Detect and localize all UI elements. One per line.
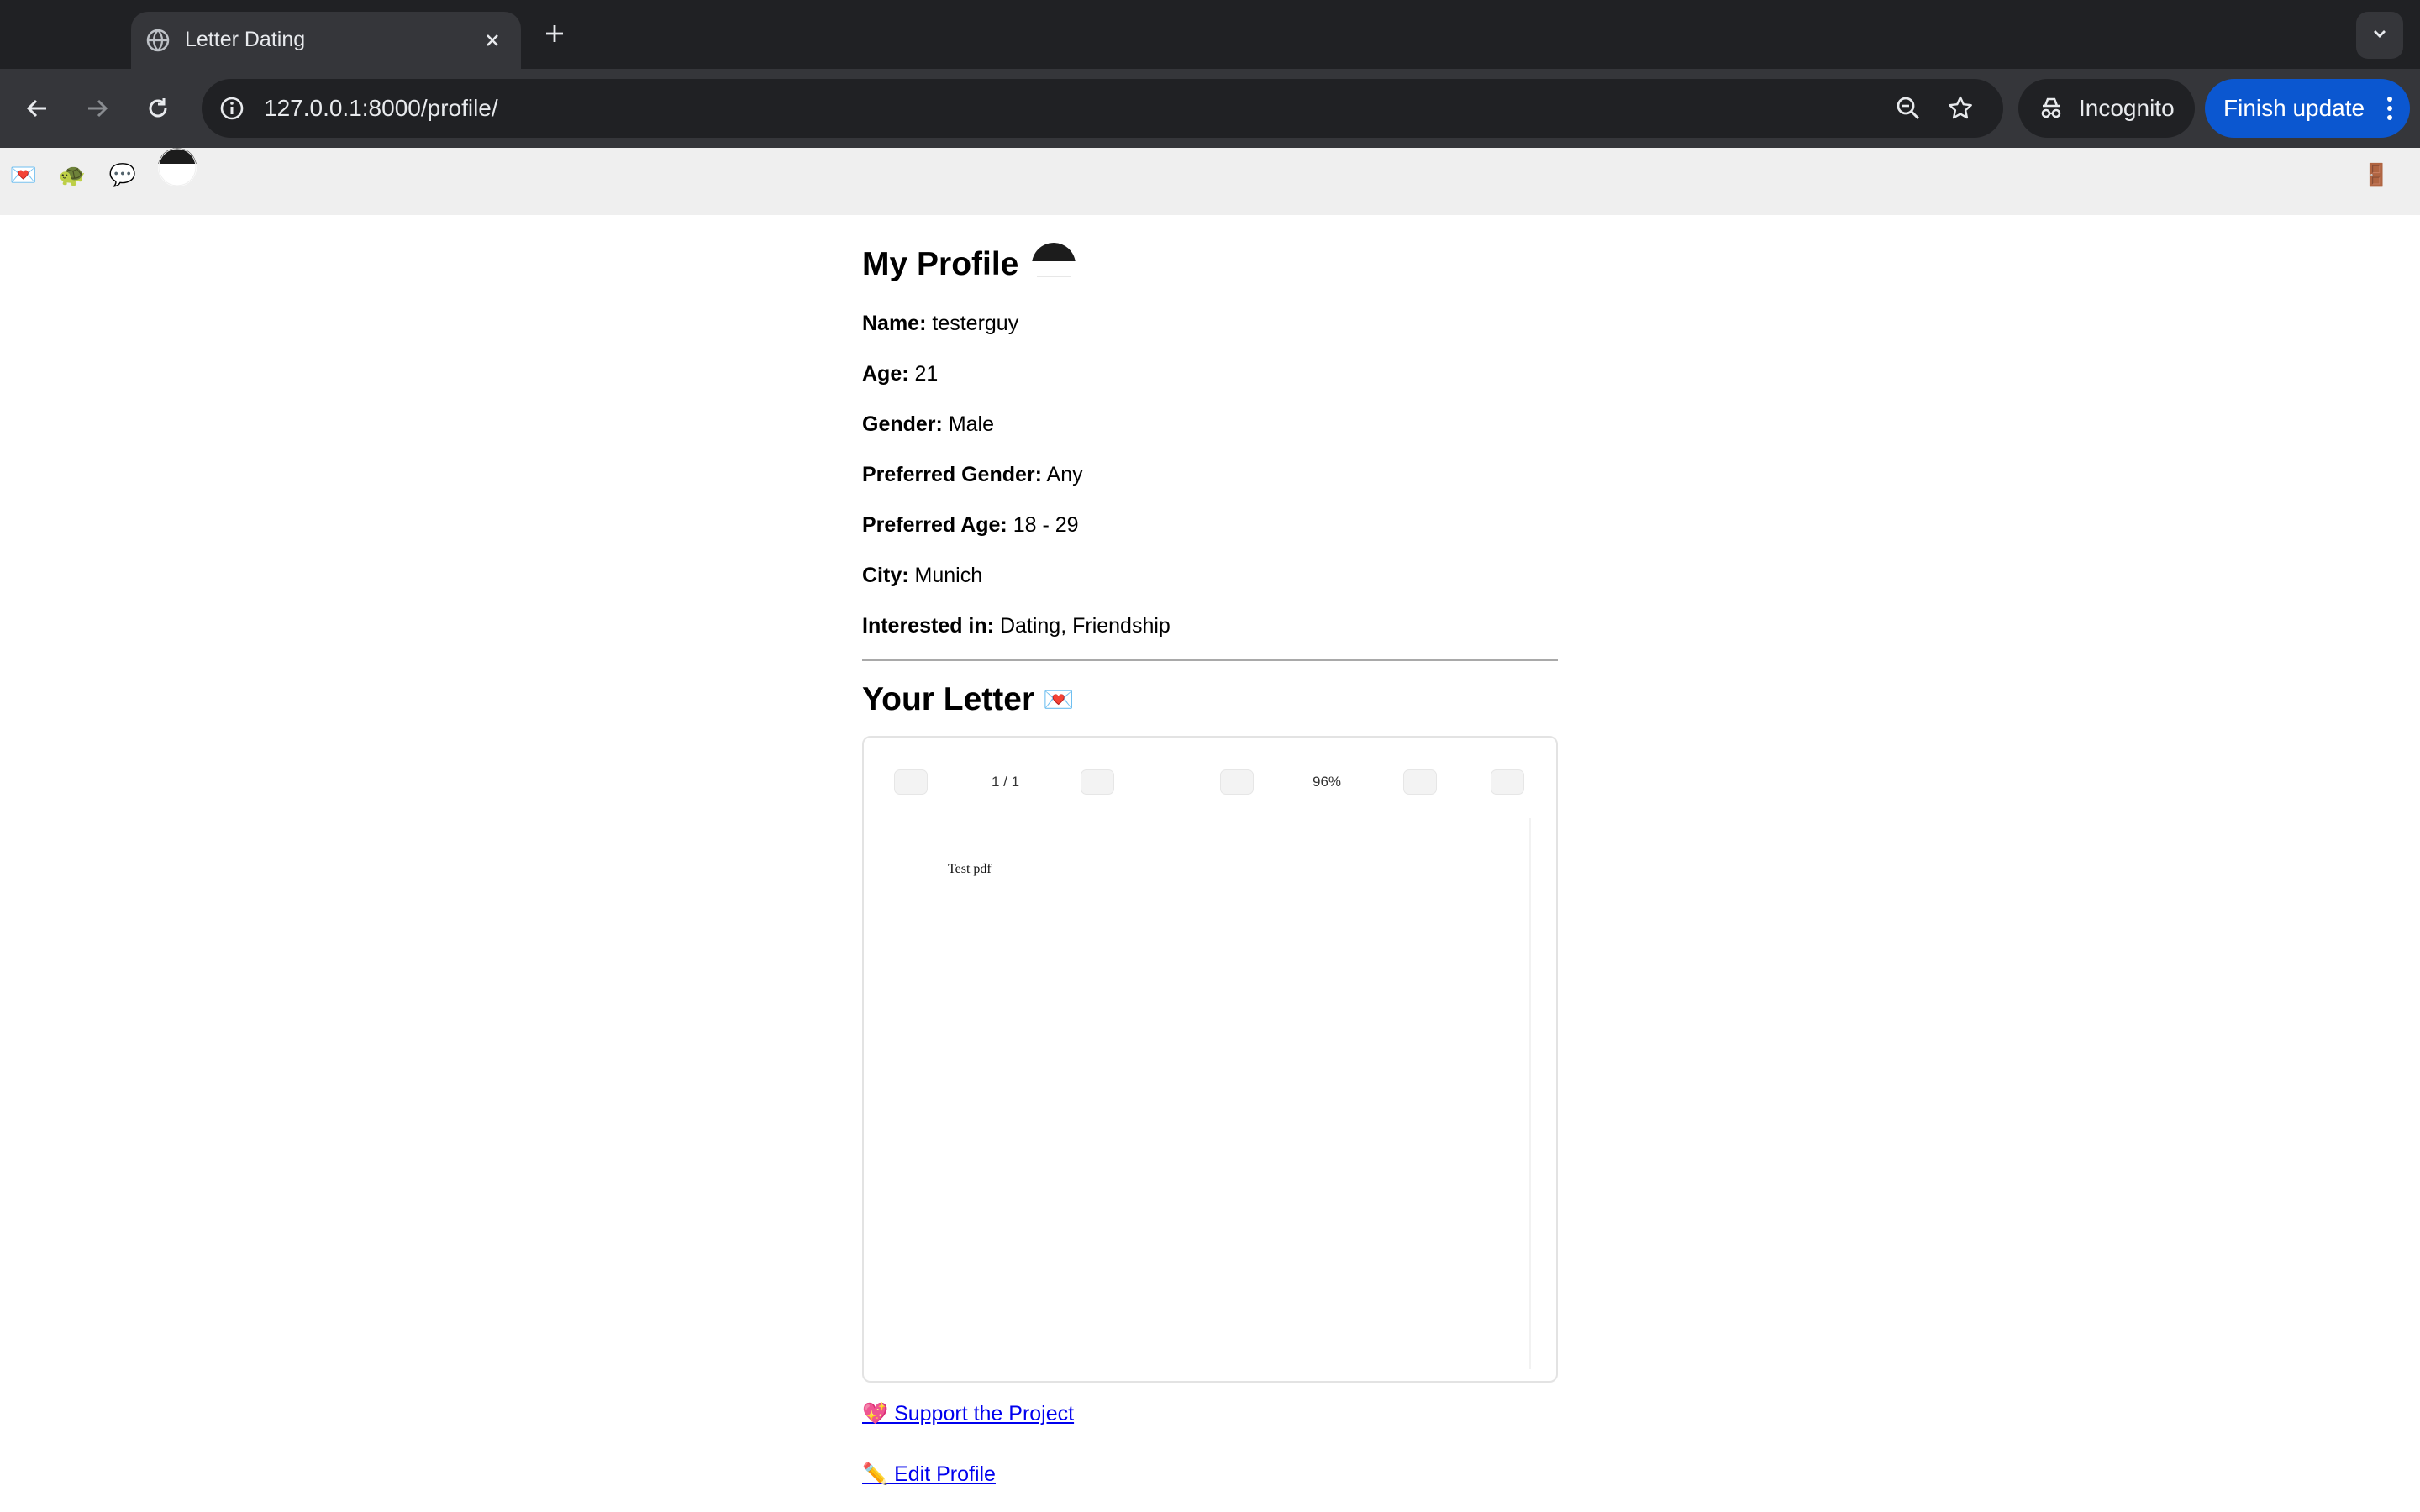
door-icon[interactable]: 🚪	[2360, 158, 2393, 192]
incognito-label: Incognito	[2079, 95, 2175, 121]
bookmark-star-icon[interactable]	[1943, 91, 1978, 126]
love-letter-icon[interactable]: 💌	[7, 158, 40, 192]
reload-icon[interactable]	[138, 88, 178, 129]
field-value: Any	[1046, 463, 1083, 486]
pdf-page: Test pdf	[891, 818, 1531, 1369]
page-title: My Profile	[862, 246, 1019, 282]
field-interested-in: Interested in: Dating, Friendship	[862, 612, 1171, 640]
field-label: City:	[862, 564, 909, 587]
next-page-button[interactable]	[1081, 769, 1114, 795]
field-label: Interested in:	[862, 614, 994, 638]
new-tab-icon[interactable]	[538, 17, 571, 50]
more-vert-icon[interactable]	[2381, 93, 2398, 123]
field-age: Age: 21	[862, 360, 938, 388]
field-value: 21	[914, 362, 939, 386]
browser-toolbar: 127.0.0.1:8000/profile/ Incognito Finish…	[0, 69, 2420, 148]
browser-tab[interactable]: Letter Dating	[131, 12, 521, 69]
finish-update-label: Finish update	[2223, 95, 2365, 121]
incognito-icon	[2037, 94, 2065, 123]
prev-page-button[interactable]	[894, 769, 928, 795]
love-letter-icon: 💌	[1043, 685, 1075, 714]
letter-header: Your Letter 💌	[862, 679, 1075, 721]
field-preferred-gender: Preferred Gender: Any	[862, 460, 1083, 489]
profile-header: My Profile	[862, 243, 1076, 286]
pdf-viewer[interactable]: 1 / 1 96% Test pdf	[862, 736, 1558, 1383]
field-value: Male	[948, 412, 994, 436]
field-value: testerguy	[932, 312, 1019, 335]
avatar[interactable]	[158, 148, 197, 186]
field-preferred-age: Preferred Age: 18 - 29	[862, 511, 1079, 539]
field-label: Gender:	[862, 412, 943, 436]
chevron-down-icon	[2370, 24, 2389, 47]
tab-search-button[interactable]	[2356, 12, 2403, 59]
speech-bubble-icon[interactable]: 💬	[106, 158, 139, 192]
tab-title: Letter Dating	[185, 28, 306, 51]
field-value: 18 - 29	[1013, 513, 1079, 537]
globe-icon	[146, 29, 170, 52]
url-text[interactable]: 127.0.0.1:8000/profile/	[264, 94, 498, 123]
field-value: Dating, Friendship	[999, 614, 1171, 638]
finish-update-button[interactable]: Finish update	[2205, 79, 2410, 138]
page-indicator: 1 / 1	[992, 774, 1020, 790]
site-info-icon[interactable]	[213, 90, 250, 127]
profile-avatar	[1032, 243, 1076, 286]
incognito-chip[interactable]: Incognito	[2018, 79, 2195, 138]
edit-profile-link[interactable]: ✏️ Edit Profile	[862, 1460, 996, 1488]
letter-title: Your Letter	[862, 681, 1035, 717]
browser-tab-bar: Letter Dating	[0, 0, 2420, 69]
field-label: Preferred Gender:	[862, 463, 1042, 486]
zoom-in-button[interactable]	[1403, 769, 1437, 795]
field-label: Preferred Age:	[862, 513, 1007, 537]
divider	[862, 659, 1558, 661]
site-nav: 💌 🐢 💬 🚪	[0, 148, 2420, 215]
field-label: Name:	[862, 312, 927, 335]
zoom-out-button[interactable]	[1220, 769, 1254, 795]
field-name: Name: testerguy	[862, 309, 1018, 338]
close-tab-icon[interactable]	[477, 25, 508, 55]
zoom-level: 96%	[1313, 774, 1342, 790]
field-label: Age:	[862, 362, 909, 386]
back-icon[interactable]	[17, 88, 57, 129]
pdf-page-text: Test pdf	[948, 862, 992, 876]
zoom-icon[interactable]	[1891, 91, 1926, 126]
field-city: City: Munich	[862, 561, 982, 590]
turtle-icon[interactable]: 🐢	[55, 158, 89, 192]
field-value: Munich	[914, 564, 983, 587]
forward-icon[interactable]	[77, 88, 118, 129]
support-project-link[interactable]: 💖 Support the Project	[862, 1399, 1074, 1428]
download-button[interactable]	[1491, 769, 1524, 795]
field-gender: Gender: Male	[862, 410, 994, 438]
address-bar[interactable]: 127.0.0.1:8000/profile/	[202, 79, 2003, 138]
